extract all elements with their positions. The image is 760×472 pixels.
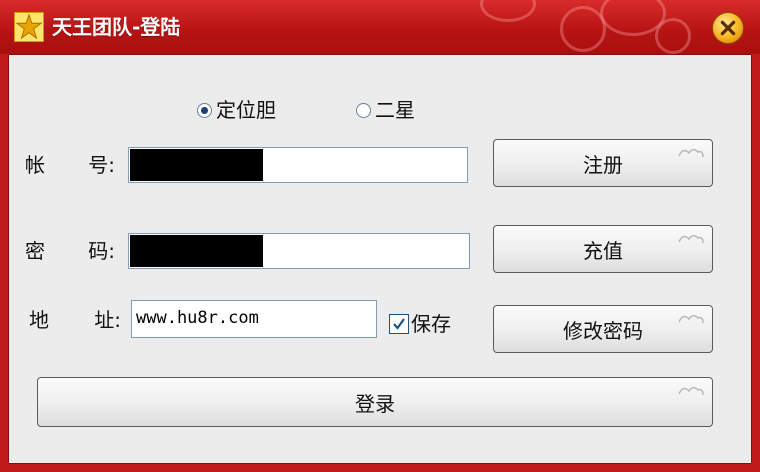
cloud-ornament-icon: [678, 234, 704, 244]
address-value: www.hu8r.com: [136, 308, 259, 328]
radio-option-erxing[interactable]: 二星: [356, 95, 415, 125]
login-form: 定位胆 二星 帐 号: 注册 密 码: 充值 地 址: www.hu8r.com…: [8, 54, 752, 464]
radio-unselected-indicator: [356, 102, 371, 118]
save-checkbox[interactable]: 保存: [389, 309, 451, 339]
save-checkbox-box[interactable]: [389, 314, 409, 334]
cloud-ornament-icon: [678, 148, 704, 158]
cloud-ornament-icon: [678, 314, 704, 324]
title-bar[interactable]: 天王团队-登陆: [0, 0, 760, 54]
change-password-button[interactable]: 修改密码: [493, 305, 713, 353]
checkmark-icon: [393, 318, 405, 330]
radio-option-dingweidan[interactable]: 定位胆: [197, 95, 276, 125]
recharge-button[interactable]: 充值: [493, 225, 713, 273]
password-label: 密 码:: [25, 239, 115, 263]
login-window: 天王团队-登陆 定位胆 二星 帐 号: 注册 密 码: 充值 地 址: www.…: [0, 0, 760, 472]
address-input[interactable]: www.hu8r.com: [131, 300, 377, 338]
close-button[interactable]: [712, 12, 744, 44]
radio-selected-indicator: [197, 102, 212, 118]
login-type-group: 定位胆 二星: [197, 95, 495, 125]
close-icon: [720, 20, 736, 36]
save-label: 保存: [411, 312, 451, 336]
radio-label: 二星: [375, 98, 415, 122]
login-button[interactable]: 登录: [37, 377, 713, 427]
password-input[interactable]: [128, 233, 470, 269]
account-label: 帐 号:: [25, 153, 115, 177]
cloud-ornament-icon: [678, 386, 704, 396]
radio-label: 定位胆: [216, 98, 276, 122]
account-input[interactable]: [128, 147, 468, 183]
app-logo-icon: [14, 12, 44, 42]
address-label: 地 址:: [29, 308, 121, 332]
redacted-account-value: [130, 149, 263, 181]
register-button[interactable]: 注册: [493, 139, 713, 187]
window-title: 天王团队-登陆: [52, 15, 181, 39]
redacted-password-value: [130, 235, 263, 267]
